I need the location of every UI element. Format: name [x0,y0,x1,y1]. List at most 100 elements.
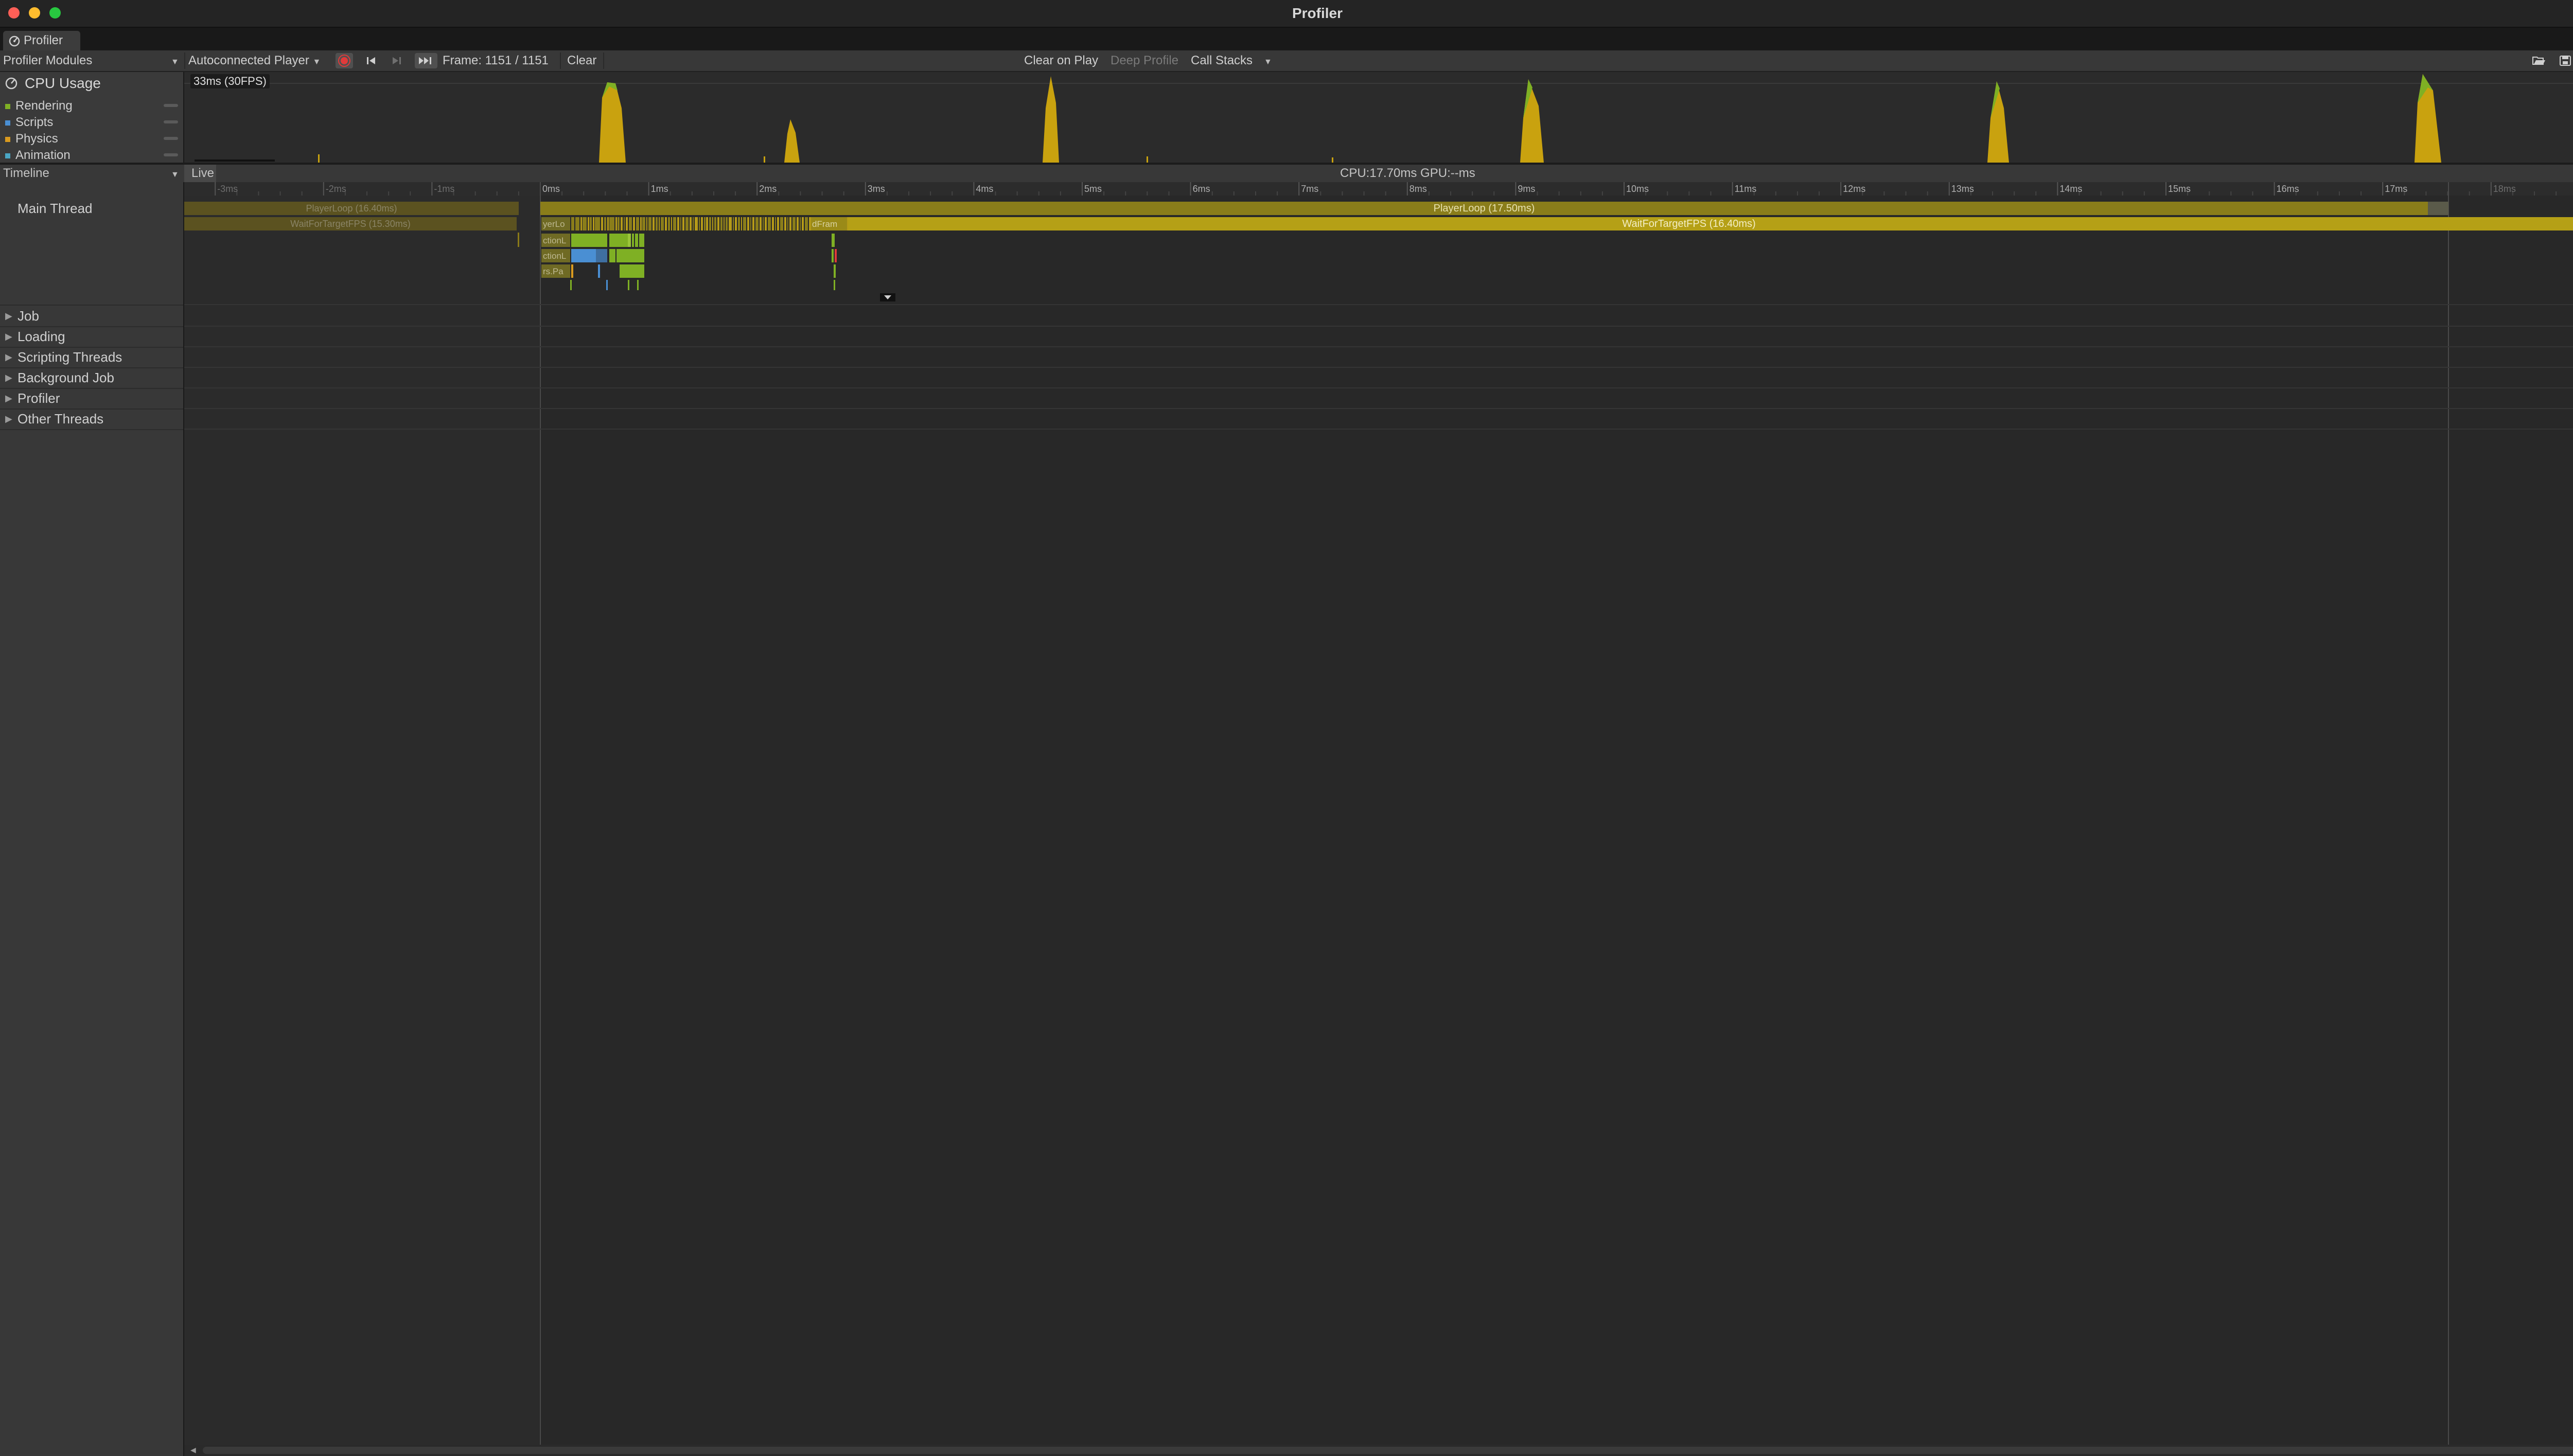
legend-item-scripts[interactable]: Scripts [5,115,180,130]
previous-frame-button[interactable] [364,50,378,71]
legend-item-rendering[interactable]: Rendering [5,99,180,113]
thread-group-label: Loading [17,329,65,344]
legend-item-animation[interactable]: Animation [5,148,180,163]
cpu-usage-module[interactable]: CPU Usage Rendering Scripts Physics Anim… [0,72,184,163]
ruler-tick-label: 12ms [1843,184,1865,194]
legend-item-physics[interactable]: Physics [5,132,180,146]
thread-group-scripting-threads[interactable]: ▶ Scripting Threads [0,347,183,368]
thread-group-background-job[interactable]: ▶ Background Job [0,367,183,389]
timeline-view[interactable]: -3ms -2ms -1ms 0ms 1ms 2ms 3ms 4ms 5ms 6ms 7ms 8ms 9… [184,182,2573,1445]
marker-scripts [598,264,600,278]
target-player-label: Autoconnected Player [188,54,309,67]
marker-small [604,217,606,230]
step-back-icon [367,57,375,64]
marker-small [648,217,651,230]
ruler-tick-label: -2ms [326,184,346,194]
marker-physics-hot [835,249,837,262]
view-mode-chevron-down-icon[interactable]: ▼ [171,165,179,184]
marker-small [615,217,617,230]
marker-small [805,217,808,230]
thread-group-other-threads[interactable]: ▶ Other Threads [0,409,183,430]
record-icon [338,55,350,67]
clear-button[interactable]: Clear [567,50,596,71]
live-toggle[interactable]: Live [184,165,216,182]
cpu-usage-graph[interactable]: 33ms (30FPS) [184,72,2573,163]
marker-small [699,217,700,230]
thread-group-job[interactable]: ▶ Job [0,306,183,327]
marker-small [580,217,582,230]
marker-small [747,217,749,230]
marker-short-2: ctionL [543,236,566,245]
folder-open-icon [2532,57,2545,65]
marker-playerloop-end [2428,202,2448,215]
marker-small [690,217,692,230]
ruler-tick-label: 10ms [1626,184,1649,194]
marker-rendering [834,264,836,278]
profiler-icon [9,35,20,47]
thread-group-loading[interactable]: ▶ Loading [0,326,183,348]
marker-small [633,217,635,230]
scroll-left-icon[interactable]: ◀ [190,1446,196,1454]
marker-rendering [609,234,628,247]
scroll-thumb[interactable] [203,1447,2573,1454]
marker-small [636,217,639,230]
marker-small [590,217,592,230]
thread-group-profiler[interactable]: ▶ Profiler [0,388,183,410]
profiler-modules-dropdown[interactable]: Profiler Modules [3,50,92,71]
marker-scripts [571,249,596,262]
cpu-usage-title: CPU Usage [25,75,101,91]
tab-profiler[interactable]: Profiler [3,31,80,50]
legend-toggle[interactable] [164,104,178,107]
save-icon [2560,56,2571,66]
marker-tick [570,280,572,290]
marker-small [680,217,681,230]
marker-small [706,217,708,230]
marker-small [772,217,774,230]
ruler-tick-label: 0ms [542,184,560,194]
clear-on-play-toggle[interactable]: Clear on Play [1024,50,1098,71]
target-player-dropdown[interactable]: Autoconnected Player ▼ [188,50,321,71]
marker-small [701,217,703,230]
legend-toggle[interactable] [164,120,178,123]
marker-playerloop-label: PlayerLoop (17.50ms) [1434,203,1535,214]
ruler-tick-label: -3ms [217,184,238,194]
ruler-tick-label: 13ms [1951,184,1974,194]
legend-label: Scripts [15,115,54,129]
deep-profile-toggle[interactable]: Deep Profile [1111,50,1178,71]
next-frame-button[interactable] [390,50,403,71]
tab-profiler-label: Profiler [24,33,63,47]
marker-small [575,217,579,230]
marker-small [593,217,594,230]
marker-prev-wait-label: WaitForTargetFPS (15.30ms) [290,219,410,229]
legend-label: Rendering [15,99,73,113]
thread-list: Main Thread ▶ Job ▶ Loading ▶ Scripting Thr… [0,182,184,1456]
marker-small [695,217,698,230]
legend-toggle[interactable] [164,137,178,140]
marker-short-1: yerLo [543,219,565,229]
legend-toggle[interactable] [164,153,178,156]
marker-rendering [635,234,638,247]
call-stacks-chevron-down-icon[interactable]: ▼ [1264,50,1272,71]
marker-rendering [620,264,644,278]
marker-small [646,217,647,230]
profiler-modules-chevron-down-icon[interactable]: ▼ [171,50,179,71]
record-button[interactable] [336,53,353,68]
view-mode-dropdown[interactable]: Timeline [3,165,49,182]
main-thread-track[interactable]: PlayerLoop (16.40ms) WaitForTargetFPS (1… [184,202,2573,301]
ruler-tick-label: 9ms [1518,184,1535,194]
call-stacks-toggle[interactable]: Call Stacks [1191,50,1253,71]
ruler-tick-label: 17ms [2385,184,2407,194]
thread-group-label: Background Job [17,370,114,385]
marker-rendering [616,249,644,262]
current-frame-button[interactable] [415,53,437,68]
save-button[interactable] [2558,50,2573,71]
marker-tick [628,280,629,290]
marker-small [665,217,667,230]
marker-small [752,217,754,230]
marker-small [765,217,767,230]
marker-small [685,217,689,230]
load-button[interactable] [2531,50,2546,71]
cpu-spikes [318,74,2441,163]
timeline-horizontal-scrollbar[interactable]: ◀ ▶ [184,1445,2573,1456]
marker-small [609,217,614,230]
